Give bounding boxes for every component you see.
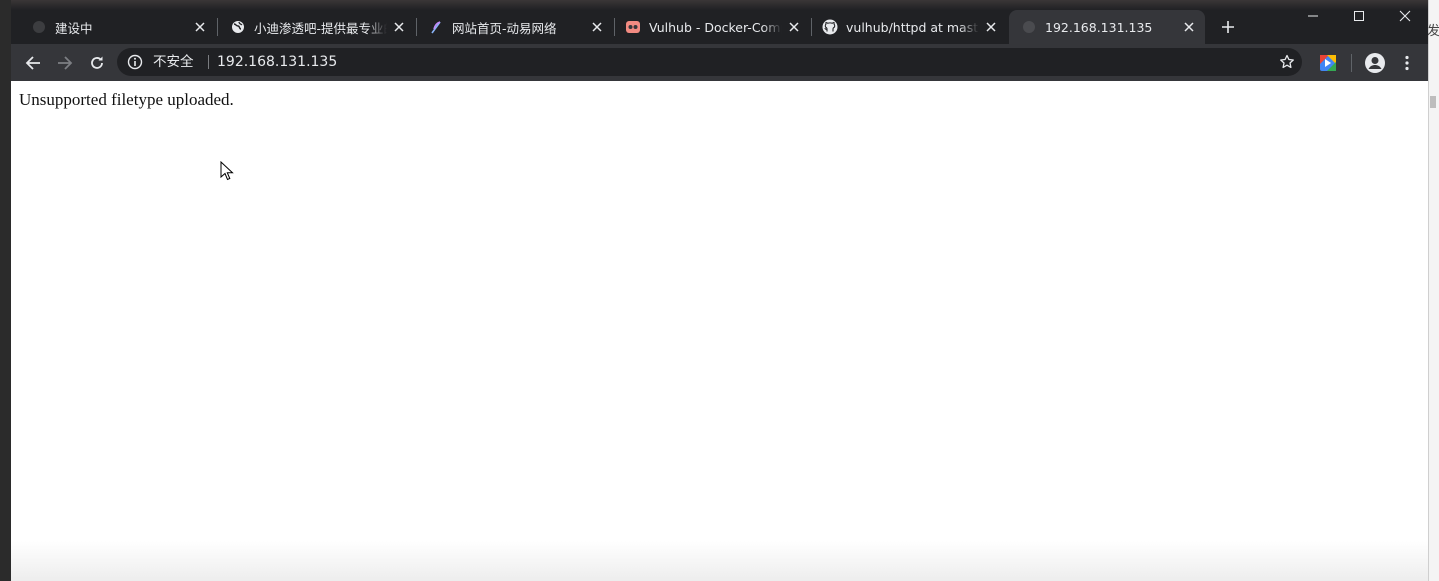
page-content: Unsupported filetype uploaded.	[11, 81, 1428, 581]
close-icon[interactable]	[192, 19, 208, 35]
toolbar-divider	[1351, 54, 1352, 72]
star-icon[interactable]	[1279, 54, 1295, 70]
loading-globe-icon	[31, 19, 47, 35]
desktop-right-marker	[1430, 96, 1436, 108]
globe-icon	[230, 19, 246, 35]
close-window-button[interactable]	[1382, 0, 1428, 32]
forward-button[interactable]	[51, 49, 79, 77]
mouse-cursor-icon	[220, 161, 234, 181]
github-icon	[822, 19, 838, 35]
feather-icon	[428, 19, 444, 35]
toolbar: 不安全 192.168.131.135	[11, 44, 1428, 81]
security-label[interactable]: 不安全	[153, 48, 194, 76]
close-icon[interactable]	[983, 19, 999, 35]
vulhub-icon	[625, 19, 641, 35]
info-icon[interactable]	[127, 54, 143, 70]
back-button[interactable]	[19, 49, 47, 77]
desktop-right-glyph: 发	[1427, 24, 1439, 39]
maximize-button[interactable]	[1336, 0, 1382, 32]
desktop-right-edge	[1428, 0, 1439, 581]
new-tab-button[interactable]	[1216, 15, 1240, 39]
browser-window: 建设中 小迪渗透吧-提供最专业的 网站首页-动易网络 Vulhub - Dock…	[11, 0, 1428, 581]
tab-4[interactable]: vulhub/httpd at master	[810, 10, 1007, 44]
reload-button[interactable]	[83, 49, 111, 77]
tab-title: vulhub/httpd at master	[846, 19, 979, 35]
reload-icon	[91, 56, 103, 69]
tab-title: 建设中	[55, 20, 93, 36]
tab-title: 192.168.131.135	[1045, 19, 1153, 35]
close-icon[interactable]	[391, 19, 407, 35]
arrow-left-icon	[25, 56, 40, 70]
profile-avatar-icon[interactable]	[1364, 52, 1386, 74]
url-text[interactable]: 192.168.131.135	[217, 48, 337, 76]
plus-icon	[1222, 21, 1234, 33]
tab-0[interactable]: 建设中	[19, 10, 216, 44]
omnibox-divider	[208, 55, 209, 69]
desktop-left-edge	[0, 0, 11, 581]
screen: 发 建设中 小迪渗透吧-提供最专业的 网站首页-动易网络 Vulhub - Do…	[0, 0, 1439, 581]
extension-icon[interactable]	[1318, 53, 1338, 73]
maximize-icon	[1354, 11, 1364, 21]
arrow-right-icon	[58, 56, 73, 70]
tab-title: Vulhub - Docker-Compose	[649, 19, 782, 35]
page-message: Unsupported filetype uploaded.	[19, 90, 234, 109]
tab-1[interactable]: 小迪渗透吧-提供最专业的	[218, 10, 415, 44]
close-icon[interactable]	[786, 19, 802, 35]
menu-button[interactable]	[1396, 52, 1418, 74]
tab-title: 网站首页-动易网络	[452, 20, 557, 36]
loading-globe-icon	[1021, 19, 1037, 35]
kebab-menu-icon	[1405, 55, 1409, 71]
bottom-edge-fade	[11, 541, 1428, 581]
minimize-icon	[1308, 15, 1318, 17]
close-icon[interactable]	[1181, 19, 1197, 35]
address-bar[interactable]: 不安全 192.168.131.135	[117, 48, 1302, 76]
tab-5-active[interactable]: 192.168.131.135	[1009, 10, 1205, 44]
tab-2[interactable]: 网站首页-动易网络	[416, 10, 613, 44]
tab-3[interactable]: Vulhub - Docker-Compose	[613, 10, 810, 44]
close-icon	[1399, 10, 1411, 22]
tab-strip: 建设中 小迪渗透吧-提供最专业的 网站首页-动易网络 Vulhub - Dock…	[11, 0, 1428, 44]
close-icon[interactable]	[589, 19, 605, 35]
tab-title: 小迪渗透吧-提供最专业的	[254, 20, 387, 36]
minimize-button[interactable]	[1290, 0, 1336, 32]
